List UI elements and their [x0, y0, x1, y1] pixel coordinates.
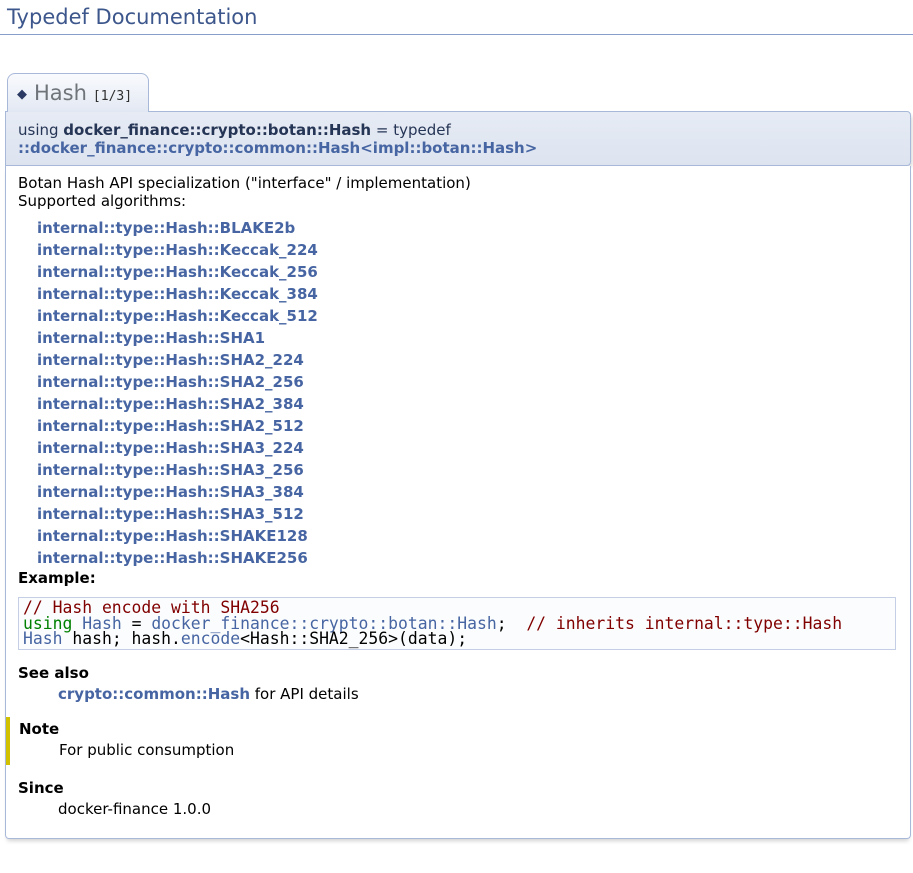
- code-text: <Hash::SHA2_256>(data);: [240, 629, 467, 648]
- list-item: internal::type::Hash::Keccak_384: [18, 283, 898, 305]
- list-item: internal::type::Hash::SHA1: [18, 327, 898, 349]
- member-tab-overload: [1/3]: [93, 89, 132, 104]
- algorithm-link[interactable]: internal::type::Hash::SHA2_256: [37, 373, 304, 391]
- algorithm-link[interactable]: internal::type::Hash::Keccak_512: [37, 307, 318, 325]
- code-text: ;: [497, 614, 527, 633]
- see-also-label: See also: [18, 664, 898, 682]
- algorithm-link[interactable]: internal::type::Hash::SHA2_512: [37, 417, 304, 435]
- algorithm-link[interactable]: internal::type::Hash::SHA2_384: [37, 395, 304, 413]
- description-text: Botan Hash API specialization ("interfac…: [18, 174, 898, 192]
- member-doc: Botan Hash API specialization ("interfac…: [5, 166, 911, 839]
- algorithm-link[interactable]: internal::type::Hash::Keccak_384: [37, 285, 318, 303]
- list-item: internal::type::Hash::SHAKE128: [18, 525, 898, 547]
- code-comment: // inherits internal::type::Hash: [526, 614, 842, 633]
- member-tab-title: Hash: [34, 81, 87, 105]
- list-item: internal::type::Hash::SHA3_384: [18, 481, 898, 503]
- list-item: internal::type::Hash::SHA2_256: [18, 371, 898, 393]
- page-title: Typedef Documentation: [0, 0, 913, 35]
- algorithm-link[interactable]: internal::type::Hash::SHA3_384: [37, 483, 304, 501]
- declaration-name: docker_finance::crypto::botan::Hash: [63, 121, 371, 139]
- code-fragment: // Hash encode with SHA256 using Hash = …: [18, 597, 896, 650]
- list-item: internal::type::Hash::Keccak_224: [18, 239, 898, 261]
- list-item: internal::type::Hash::Keccak_512: [18, 305, 898, 327]
- declaration-row: using docker_finance::crypto::botan::Has…: [5, 111, 911, 166]
- list-item: internal::type::Hash::SHAKE256: [18, 547, 898, 569]
- since-label: Since: [18, 779, 898, 797]
- algorithm-link[interactable]: internal::type::Hash::SHA3_256: [37, 461, 304, 479]
- see-also-link[interactable]: crypto::common::Hash: [58, 685, 250, 703]
- algorithms-list: internal::type::Hash::BLAKE2b internal::…: [18, 217, 898, 569]
- see-also-content: crypto::common::Hash for API details: [58, 685, 898, 703]
- list-item: internal::type::Hash::SHA2_512: [18, 415, 898, 437]
- algorithm-link[interactable]: internal::type::Hash::SHA3_224: [37, 439, 304, 457]
- note-section: Note For public consumption: [6, 717, 898, 765]
- algorithm-link[interactable]: internal::type::Hash::SHA3_512: [37, 505, 304, 523]
- algorithm-link[interactable]: internal::type::Hash::Keccak_224: [37, 241, 318, 259]
- algorithm-link[interactable]: internal::type::Hash::Keccak_256: [37, 263, 318, 281]
- note-text: For public consumption: [59, 741, 898, 759]
- declaration-using: using: [18, 121, 63, 139]
- declaration-equals: = typedef: [371, 121, 451, 139]
- list-item: internal::type::Hash::SHA3_256: [18, 459, 898, 481]
- declaration-type-link[interactable]: ::docker_finance::crypto::common::Hash<i…: [18, 139, 537, 157]
- algorithm-link[interactable]: internal::type::Hash::SHA2_224: [37, 351, 304, 369]
- see-also-section: See also crypto::common::Hash for API de…: [18, 664, 898, 703]
- code-text: hash; hash.: [62, 629, 180, 648]
- list-item: internal::type::Hash::SHA3_224: [18, 437, 898, 459]
- see-also-text: for API details: [250, 685, 359, 703]
- algorithm-link[interactable]: internal::type::Hash::SHA1: [37, 329, 265, 347]
- algorithm-link[interactable]: internal::type::Hash::BLAKE2b: [37, 219, 295, 237]
- permalink-anchor[interactable]: ◆: [17, 81, 27, 105]
- diamond-icon: ◆: [17, 87, 27, 102]
- code-link[interactable]: encode: [181, 629, 240, 648]
- code-line: Hash hash; hash.encode<Hash::SHA2_256>(d…: [23, 631, 891, 647]
- member-tab: ◆ Hash [1/3]: [7, 73, 149, 112]
- list-item: internal::type::Hash::Keccak_256: [18, 261, 898, 283]
- supported-algorithms-label: Supported algorithms:: [18, 192, 898, 210]
- list-item: internal::type::Hash::BLAKE2b: [18, 217, 898, 239]
- example-label: Example:: [18, 569, 898, 587]
- since-text: docker-finance 1.0.0: [58, 800, 898, 818]
- note-label: Note: [19, 720, 898, 738]
- list-item: internal::type::Hash::SHA2_224: [18, 349, 898, 371]
- algorithm-link[interactable]: internal::type::Hash::SHAKE256: [37, 549, 308, 567]
- list-item: internal::type::Hash::SHA3_512: [18, 503, 898, 525]
- code-link[interactable]: Hash: [23, 629, 62, 648]
- algorithm-link[interactable]: internal::type::Hash::SHAKE128: [37, 527, 308, 545]
- list-item: internal::type::Hash::SHA2_384: [18, 393, 898, 415]
- since-section: Since docker-finance 1.0.0: [18, 779, 898, 818]
- member-item: ◆Hash[1/3] using docker_finance::crypto:…: [5, 73, 911, 839]
